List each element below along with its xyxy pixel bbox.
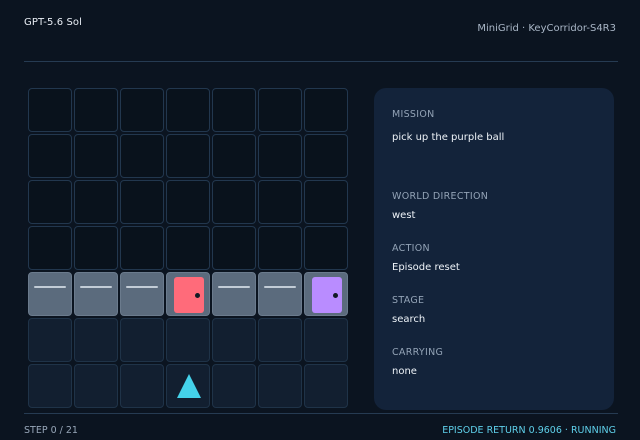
grid-cell-empty: [74, 88, 118, 132]
mission-label: MISSION: [392, 109, 435, 120]
grid-cell-floor: [212, 318, 256, 362]
world-direction-value: west: [392, 210, 416, 221]
stage-value: search: [392, 314, 426, 325]
grid-cell-empty: [166, 134, 210, 178]
wall-tile: [74, 272, 118, 316]
grid-cell-floor: [212, 364, 256, 408]
episode-status: EPISODE RETURN 0.9606 · RUNNING: [442, 425, 616, 436]
grid-cell-floor: [74, 364, 118, 408]
grid-cell-floor: [166, 318, 210, 362]
grid-cell-empty: [212, 226, 256, 270]
grid-cell-empty: [120, 226, 164, 270]
grid-cell-empty: [28, 180, 72, 224]
door-cell-red: [166, 272, 210, 316]
grid-cell-empty: [258, 88, 302, 132]
grid-cell-empty: [120, 88, 164, 132]
grid-cell-floor: [28, 364, 72, 408]
mission-value: pick up the purple ball: [392, 132, 505, 143]
grid-cell-empty: [258, 180, 302, 224]
environment-name: MiniGrid · KeyCorridor-S4R3: [477, 23, 616, 34]
grid-cell-empty: [120, 134, 164, 178]
game-grid: [28, 88, 350, 410]
grid-cell-empty: [166, 88, 210, 132]
game-page: GPT-5.6 Sol MiniGrid · KeyCorridor-S4R3 …: [0, 0, 640, 440]
info-panel: MISSION pick up the purple ball WORLD DI…: [374, 88, 614, 410]
carrying-label: CARRYING: [392, 347, 444, 358]
stage-label: STAGE: [392, 295, 425, 306]
grid-cell-floor: [120, 364, 164, 408]
grid-cell-floor: [304, 318, 348, 362]
door-cell-purple: [304, 272, 348, 316]
door-purple-icon: [312, 277, 342, 313]
grid-cell-empty: [212, 134, 256, 178]
grid-cell-empty: [120, 180, 164, 224]
wall-tile: [28, 272, 72, 316]
action-label: ACTION: [392, 243, 430, 254]
grid-cell-empty: [28, 134, 72, 178]
grid-cell-empty: [304, 134, 348, 178]
step-counter: STEP 0 / 21: [24, 425, 78, 436]
grid-cell-empty: [304, 180, 348, 224]
agent-cell: [166, 364, 210, 408]
grid-cell-empty: [166, 226, 210, 270]
grid-cell-floor: [304, 364, 348, 408]
grid-cell-floor: [258, 364, 302, 408]
grid-cell-empty: [212, 88, 256, 132]
grid-cell-empty: [304, 226, 348, 270]
app-title: GPT-5.6 Sol: [24, 17, 83, 28]
grid-cell-empty: [74, 226, 118, 270]
grid-cell-floor: [74, 318, 118, 362]
grid-cell-empty: [212, 180, 256, 224]
wall-tile: [212, 272, 256, 316]
action-value: Episode reset: [392, 262, 460, 273]
world-direction-label: WORLD DIRECTION: [392, 191, 489, 202]
footer-divider: [24, 413, 618, 414]
grid-cell-empty: [74, 180, 118, 224]
door-red-icon: [174, 277, 204, 313]
agent-triangle-icon: [177, 374, 201, 398]
grid-cell-empty: [258, 226, 302, 270]
grid-cell-empty: [28, 88, 72, 132]
grid-cell-empty: [304, 88, 348, 132]
header-divider: [24, 61, 618, 62]
door-knob: [333, 293, 338, 298]
grid-cell-floor: [28, 318, 72, 362]
grid-cell-empty: [258, 134, 302, 178]
grid-cell-floor: [120, 318, 164, 362]
grid-cell-floor: [258, 318, 302, 362]
grid-cell-empty: [28, 226, 72, 270]
grid-cell-empty: [166, 180, 210, 224]
wall-tile: [258, 272, 302, 316]
grid-cell-empty: [74, 134, 118, 178]
wall-tile: [120, 272, 164, 316]
door-knob: [195, 293, 200, 298]
carrying-value: none: [392, 366, 417, 377]
